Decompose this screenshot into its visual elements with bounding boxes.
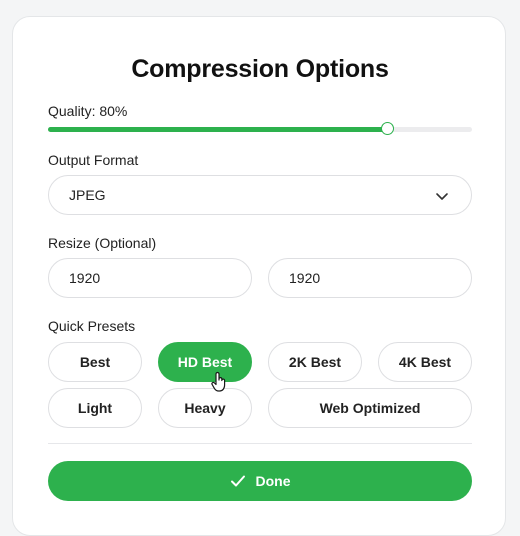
compression-options-dialog: Compression Options Quality: 80% Output … xyxy=(12,16,506,536)
output-format-label: Output Format xyxy=(48,152,139,168)
preset-web-optimized-button[interactable]: Web Optimized xyxy=(268,388,472,428)
hand-cursor-icon xyxy=(211,371,226,392)
resize-height-value: 1920 xyxy=(289,270,321,286)
preset-light-button[interactable]: Light xyxy=(48,388,142,428)
preset-2k-best-button[interactable]: 2K Best xyxy=(268,342,362,382)
resize-width-input[interactable]: 1920 xyxy=(48,258,252,298)
quick-presets-label: Quick Presets xyxy=(48,318,136,334)
output-format-value: JPEG xyxy=(69,187,106,203)
resize-label: Resize (Optional) xyxy=(48,235,157,251)
check-icon xyxy=(230,475,245,487)
preset-best-button[interactable]: Best xyxy=(48,342,142,382)
resize-width-value: 1920 xyxy=(69,270,101,286)
done-label: Done xyxy=(255,473,291,489)
quality-slider[interactable] xyxy=(48,122,472,135)
divider xyxy=(48,443,472,444)
quality-label: Quality: 80% xyxy=(48,103,128,119)
preset-4k-best-button[interactable]: 4K Best xyxy=(378,342,472,382)
dialog-title: Compression Options xyxy=(131,55,389,83)
chevron-down-icon xyxy=(436,193,448,200)
done-button[interactable]: Done xyxy=(48,461,472,501)
output-format-select[interactable]: JPEG xyxy=(48,175,472,215)
slider-thumb[interactable] xyxy=(381,122,395,135)
preset-heavy-button[interactable]: Heavy xyxy=(158,388,252,428)
resize-height-input[interactable]: 1920 xyxy=(268,258,472,298)
slider-fill xyxy=(48,127,388,132)
preset-hd-best-button[interactable]: HD Best xyxy=(158,342,252,382)
